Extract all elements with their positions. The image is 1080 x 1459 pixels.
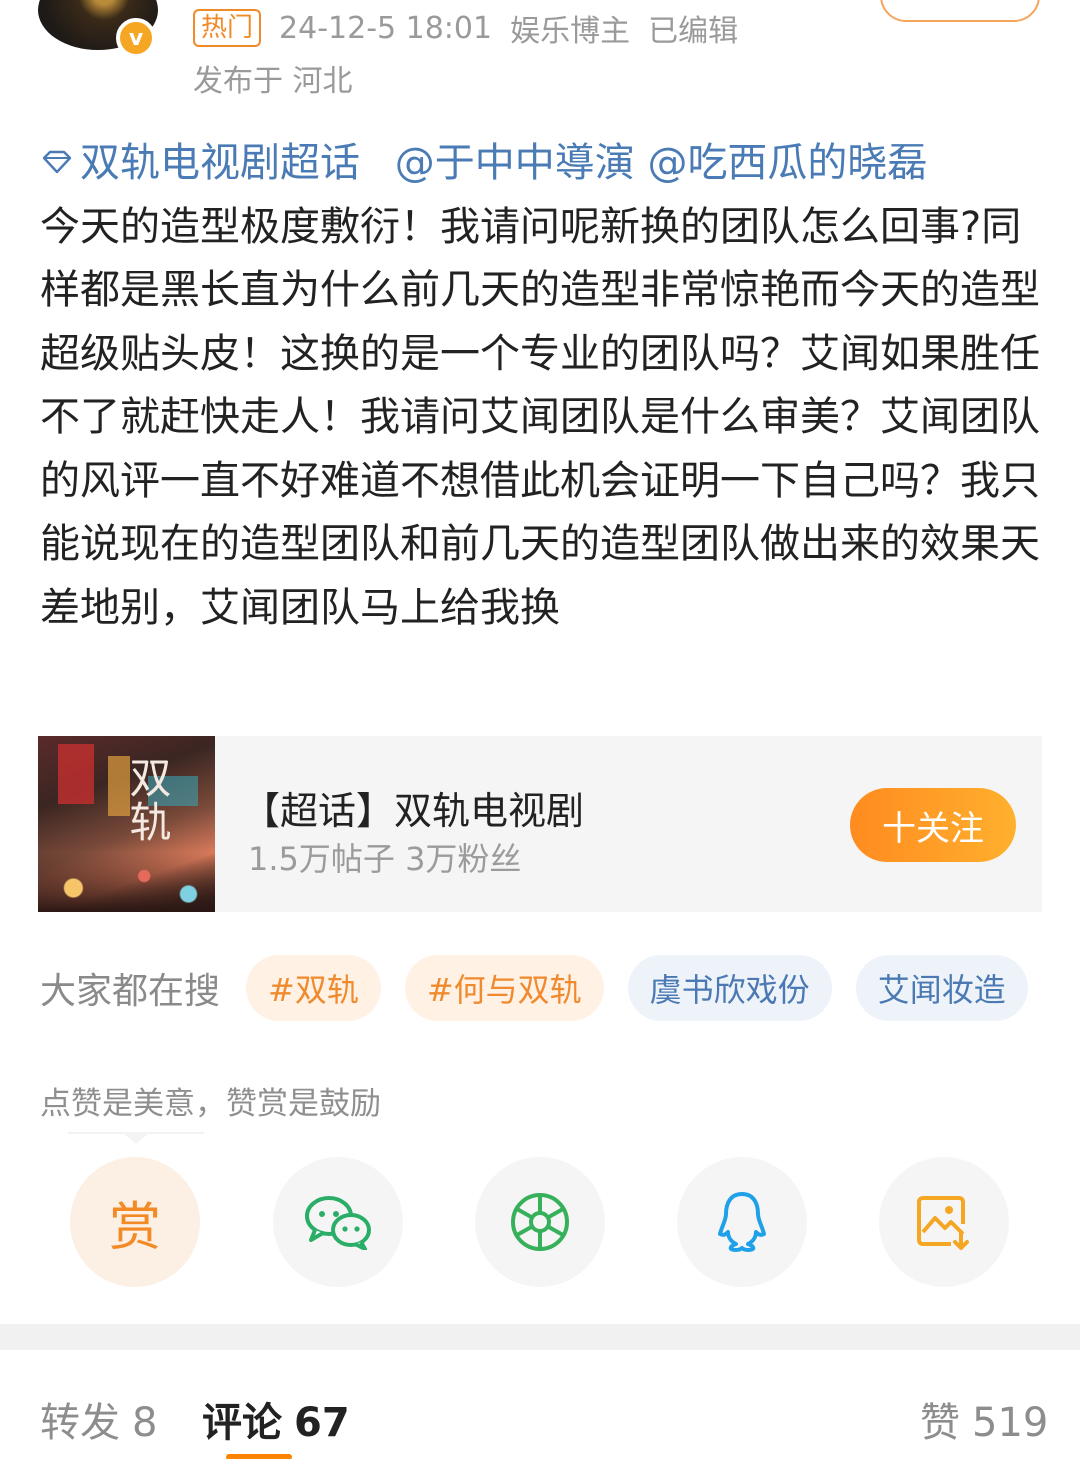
author-type: 娱乐博主 [510,14,631,49]
follow-button[interactable] [880,0,1040,22]
trending-search-label: 大家都在搜 [40,971,221,1012]
supertopic-card[interactable]: 双轨 【超话】双轨电视剧 1.5万帖子 3万粉丝 十关注 [38,736,1042,912]
supertopic-label: 双轨电视剧超话 [80,140,360,186]
wechat-icon [305,1196,371,1250]
tab-like-label: 赞 [920,1400,960,1446]
qq-icon [718,1192,766,1252]
supertopic-title: 【超话】双轨电视剧 [242,789,585,833]
tab-comment-count: 67 [294,1400,350,1446]
reward-hint: 点赞是美意，赞赏是鼓励 [40,1086,381,1122]
share-qq-button[interactable] [677,1157,807,1287]
moments-icon [511,1193,569,1251]
trending-search-row: 大家都在搜 #双轨 #何与双轨 虞书欣戏份 艾闻妆造 [40,955,1052,1021]
search-chip[interactable]: #双轨 [246,955,381,1021]
post-content: 双轨电视剧超话 @于中中導演 @吃西瓜的晓磊 今天的造型极度敷衍！我请问呢新换的… [40,132,1040,640]
tab-like[interactable]: 赞 519 [920,1390,1048,1448]
search-chip[interactable]: #何与双轨 [404,955,604,1021]
hot-tag: 热门 [193,9,262,47]
post-text: 今天的造型极度敷衍！我请问呢新换的团队怎么回事?同样都是黑长直为什么前几天的造型… [40,203,1040,631]
save-image-icon [917,1196,969,1250]
section-divider [0,1324,1080,1350]
tab-comment-label: 评论 [202,1400,282,1446]
supertopic-follow-button[interactable]: 十关注 [850,788,1016,862]
verified-badge-icon: v [116,18,156,58]
post-meta: 热门 24-12-5 18:01 娱乐博主 已编辑 [193,6,738,50]
supertopic-link[interactable]: 双轨电视剧超话 [40,140,373,186]
post-time: 24-12-5 18:01 [279,10,493,46]
reward-icon: 赏 [108,1198,161,1257]
save-image-button[interactable] [879,1157,1009,1287]
tab-repost[interactable]: 转发 8 [40,1390,157,1448]
share-moments-button[interactable] [475,1157,605,1287]
tab-comment[interactable]: 评论 67 [202,1390,350,1448]
reward-button[interactable]: 赏 [70,1157,200,1287]
search-chip[interactable]: 艾闻妆造 [855,955,1028,1021]
share-wechat-button[interactable] [273,1157,403,1287]
edited-label[interactable]: 已编辑 [648,6,738,50]
post-location: 发布于 河北 [193,64,353,99]
diamond-icon [42,150,72,174]
search-chip[interactable]: 虞书欣戏份 [627,955,832,1021]
tab-repost-count: 8 [132,1400,158,1446]
mention-link[interactable]: @吃西瓜的晓磊 [647,140,927,186]
tip-caret-icon [122,1132,150,1144]
thumbnail-title: 双轨 [123,756,172,844]
share-row: 赏 [70,1157,1010,1287]
active-tab-indicator [226,1454,292,1459]
tab-like-count: 519 [972,1400,1049,1446]
supertopic-thumbnail: 双轨 [38,736,215,912]
interaction-tabs: 转发 8 评论 67 赞 519 [0,1350,1080,1459]
tab-repost-label: 转发 [40,1400,120,1446]
supertopic-stats: 1.5万帖子 3万粉丝 [248,840,522,878]
post-header: v 热门 24-12-5 18:01 娱乐博主 已编辑 发布于 河北 [0,0,1080,110]
mention-link[interactable]: @于中中導演 [395,140,635,186]
